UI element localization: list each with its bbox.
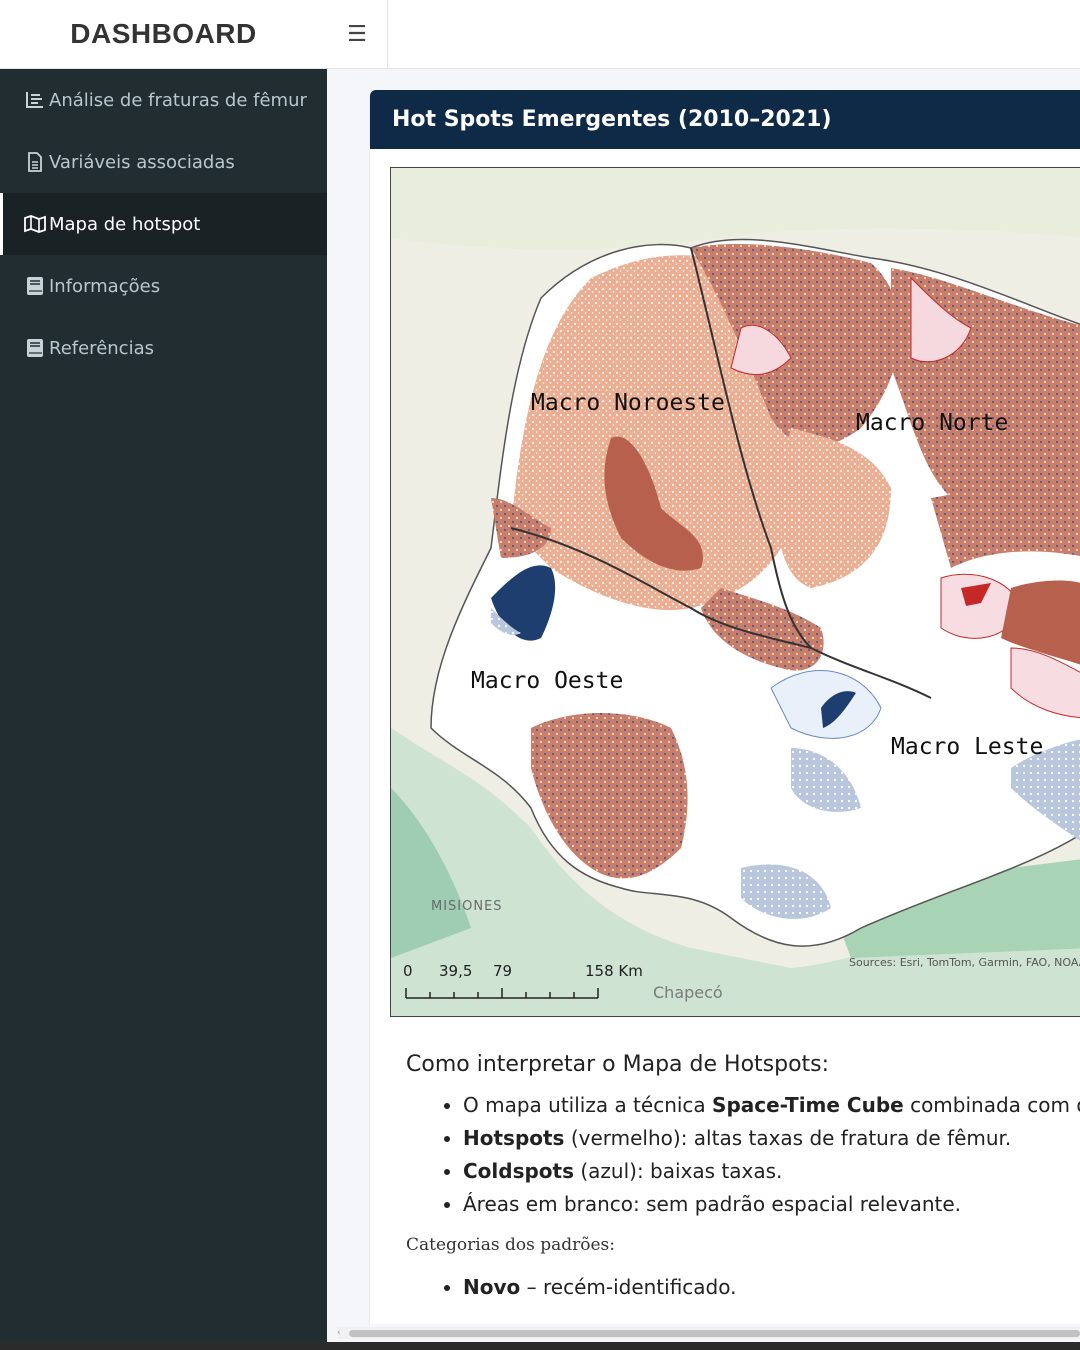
list-item: Coldspots (azul): baixas taxas.: [463, 1155, 1080, 1188]
place-label-chapeco: Chapecó: [653, 983, 723, 1002]
scale-tick-2: 79: [493, 962, 512, 980]
sidebar-item-label: Referências: [49, 337, 154, 359]
list-icon: [24, 89, 46, 111]
interpretation-heading: Como interpretar o Mapa de Hotspots:: [406, 1052, 830, 1077]
horizontal-scrollbar[interactable]: ‹: [337, 1327, 1080, 1339]
brand-logo[interactable]: DASHBOARD: [0, 0, 327, 69]
scale-tick-0: 0: [403, 962, 413, 980]
region-label-oeste: Macro Oeste: [471, 668, 623, 694]
main-content: Hot Spots Emergentes (2010–2021) Macro N…: [327, 69, 1080, 1324]
box-title: Hot Spots Emergentes (2010–2021): [392, 107, 832, 132]
list-item: Hotspots (vermelho): altas taxas de frat…: [463, 1122, 1080, 1155]
window-bottom-edge: [0, 1342, 1080, 1350]
region-label-norte: Macro Norte: [856, 410, 1008, 436]
file-icon: [24, 151, 46, 173]
sidebar-item-referencias[interactable]: Referências: [0, 317, 327, 379]
interpretation-list: O mapa utiliza a técnica Space-Time Cube…: [406, 1089, 1080, 1221]
sidebar-item-informacoes[interactable]: Informações: [0, 255, 327, 317]
book-icon: [24, 337, 46, 359]
categories-list: Novo – recém-identificado.: [406, 1271, 1080, 1304]
sidebar: Análise de fraturas de fêmur Variáveis a…: [0, 69, 327, 1350]
book-icon: [24, 275, 46, 297]
sidebar-item-variaveis[interactable]: Variáveis associadas: [0, 131, 327, 193]
top-navbar: ☰: [327, 0, 1080, 69]
place-label-misiones: MISIONES: [431, 899, 503, 914]
hamburger-icon[interactable]: ☰: [327, 0, 388, 69]
sidebar-item-label: Informações: [49, 275, 161, 297]
map-icon: [24, 213, 46, 235]
region-label-noroeste: Macro Noroeste: [531, 390, 725, 416]
interpretation-section: Como interpretar o Mapa de Hotspots: O m…: [406, 1052, 1080, 1304]
sidebar-item-mapa[interactable]: Mapa de hotspot: [0, 193, 327, 255]
hotspot-map: Macro Noroeste Macro Norte Macro Oeste M…: [390, 167, 1080, 1017]
sidebar-item-analise[interactable]: Análise de fraturas de fêmur: [0, 69, 327, 131]
list-item: Novo – recém-identificado.: [463, 1271, 1080, 1304]
sidebar-item-label: Análise de fraturas de fêmur: [49, 89, 307, 111]
sidebar-item-label: Mapa de hotspot: [49, 213, 201, 235]
scroll-left-icon[interactable]: ‹: [337, 1327, 341, 1339]
hotspot-box: Hot Spots Emergentes (2010–2021) Macro N…: [370, 90, 1080, 1324]
scale-tick-3: 158 Km: [585, 962, 643, 980]
list-item: Áreas em branco: sem padrão espacial rel…: [463, 1188, 1080, 1221]
sidebar-item-label: Variáveis associadas: [49, 151, 235, 173]
scrollbar-thumb[interactable]: [349, 1330, 1080, 1337]
box-header: Hot Spots Emergentes (2010–2021): [370, 90, 1080, 149]
list-item: O mapa utiliza a técnica Space-Time Cube…: [463, 1089, 1080, 1122]
map-sources: Sources: Esri, TomTom, Garmin, FAO, NOAA: [849, 956, 1080, 969]
region-label-leste: Macro Leste: [891, 734, 1043, 760]
app-title: DASHBOARD: [70, 18, 257, 49]
scale-tick-1: 39,5: [439, 962, 472, 980]
categories-label: Categorias dos padrões:: [406, 1235, 615, 1255]
